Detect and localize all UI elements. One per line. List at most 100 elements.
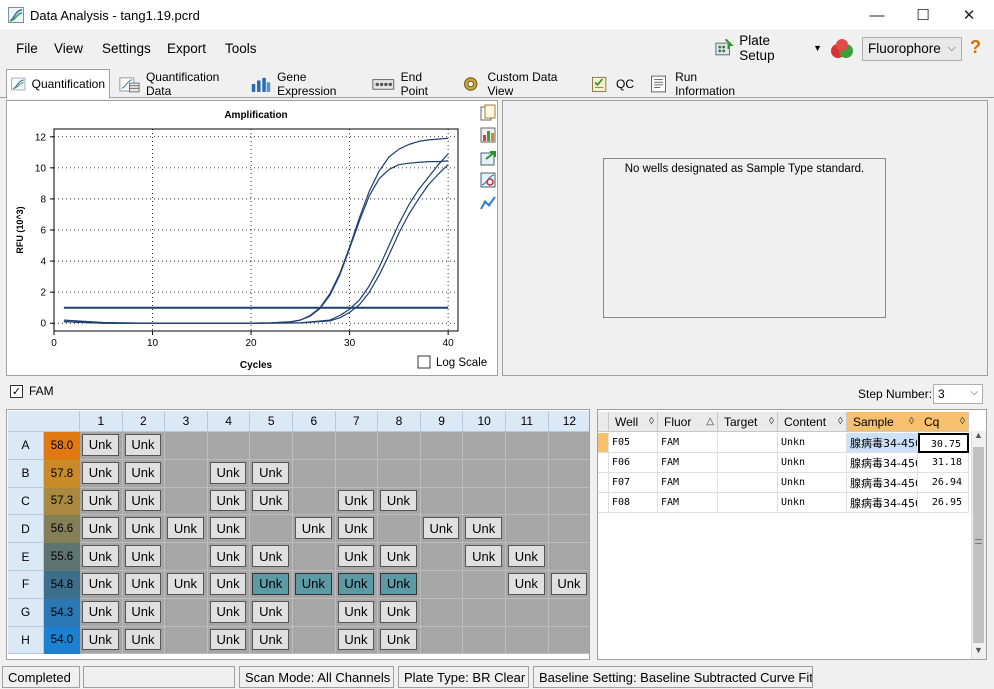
plate-column-header[interactable]: 8 [378,411,421,432]
plate-column-header[interactable]: 5 [250,411,293,432]
plate-well-d3[interactable]: Unk [165,515,208,544]
plate-well-h5[interactable]: Unk [250,626,293,655]
table-cell-sample[interactable]: 腺病毒34-450 [847,493,918,513]
plate-well-g2[interactable]: Unk [122,598,166,627]
plate-well-b10[interactable] [463,459,506,488]
plate-well-g9[interactable] [420,598,464,627]
plate-well-b5[interactable]: Unk [250,459,293,488]
plate-well-e6[interactable] [293,543,336,571]
plate-column-header[interactable]: 10 [463,411,506,432]
tab-custom-data-view[interactable]: Custom Data View [455,69,581,98]
plate-well-g11[interactable] [506,598,549,627]
plate-well-e5[interactable]: Unk [250,543,293,571]
table-cell-cq[interactable]: 30.75 [918,433,969,453]
plate-well-h6[interactable] [293,626,336,655]
plate-well-a2[interactable]: Unk [122,432,166,460]
table-cell-sample[interactable]: 腺病毒34-450 [847,473,918,493]
plate-column-header[interactable]: 3 [165,411,208,432]
fam-toggle[interactable]: ✓ FAM [10,383,54,399]
plate-well-g12[interactable] [548,598,589,627]
plate-well-a11[interactable] [506,432,549,460]
plate-well-a8[interactable] [378,432,421,460]
plate-row-header[interactable]: A [8,432,44,460]
plate-well-a6[interactable] [293,432,336,460]
plate-well-h11[interactable] [506,626,549,655]
plate-well-d8[interactable] [378,515,421,544]
plate-well-g4[interactable]: Unk [207,598,251,627]
plate-well-c2[interactable]: Unk [122,487,166,516]
plate-well-h7[interactable]: Unk [335,626,379,655]
table-cell-content[interactable]: Unkn [778,473,847,493]
plate-row-header[interactable]: F [8,571,44,599]
table-cell-cq[interactable]: 31.18 [918,453,969,473]
plate-well-h3[interactable] [165,626,208,655]
fluorophore-select[interactable]: Fluorophore ⌵ [862,37,962,61]
plate-corner[interactable] [8,411,80,432]
tab-gene-expression[interactable]: Gene Expression [245,69,363,98]
plate-column-header[interactable]: 6 [293,411,336,432]
table-cell-cq[interactable]: 26.95 [918,493,969,513]
plate-column-header[interactable]: 7 [335,411,379,432]
plate-well-g7[interactable]: Unk [335,598,379,627]
plate-well-h10[interactable] [463,626,506,655]
table-cell-target[interactable] [718,473,778,493]
sort-icon[interactable]: ◊ [960,416,965,427]
plate-well-f11[interactable]: Unk [506,571,549,599]
plate-well-e2[interactable]: Unk [122,543,166,571]
sort-icon[interactable]: ◊ [649,416,654,427]
column-header-cq[interactable]: Cq ◊ [918,412,969,432]
plate-well-c8[interactable]: Unk [378,487,421,516]
plate-well-f6[interactable]: Unk [293,571,336,599]
table-cell-fluor[interactable]: FAM [658,433,718,453]
plate-well-h1[interactable]: Unk [80,626,123,655]
plate-well-c3[interactable] [165,487,208,516]
column-header-content[interactable]: Content ◊ [778,412,847,432]
plate-well-a4[interactable] [207,432,251,460]
plate-setup-button[interactable]: Plate Setup ▼ [712,33,822,63]
plate-well-d2[interactable]: Unk [122,515,166,544]
plate-well-e8[interactable]: Unk [378,543,421,571]
plate-well-f8[interactable]: Unk [378,571,421,599]
plate-well-d1[interactable]: Unk [80,515,123,544]
plate-well-e11[interactable]: Unk [506,543,549,571]
table-cell-content[interactable]: Unkn [778,453,847,473]
plate-well-c10[interactable] [463,487,506,516]
minimize-button[interactable]: — [854,0,900,30]
plate-well-a9[interactable] [420,432,464,460]
plate-row-header[interactable]: D [8,515,44,544]
plate-well-d5[interactable] [250,515,293,544]
plate-row-header[interactable]: B [8,459,44,488]
plate-well-g10[interactable] [463,598,506,627]
table-cell-well[interactable]: F05 [609,433,658,453]
plate-well-g8[interactable]: Unk [378,598,421,627]
plate-well-c4[interactable]: Unk [207,487,251,516]
plate-well-c6[interactable] [293,487,336,516]
sort-icon[interactable]: △ [706,416,714,427]
table-cell-well[interactable]: F08 [609,493,658,513]
row-indicator[interactable] [598,453,609,473]
menu-settings[interactable]: Settings [102,41,151,56]
plate-well-f5[interactable]: Unk [250,571,293,599]
plate-well-f1[interactable]: Unk [80,571,123,599]
plate-well-b9[interactable] [420,459,464,488]
plate-column-header[interactable]: 1 [80,411,123,432]
step-number-select[interactable]: 3 ⌵ [933,384,983,404]
table-cell-cq[interactable]: 26.94 [918,473,969,493]
column-header-target[interactable]: Target ◊ [718,412,778,432]
scroll-up-icon[interactable]: ▲ [974,430,983,440]
plate-column-header[interactable]: 9 [420,411,464,432]
zoom-chart-icon[interactable] [479,171,497,189]
plate-well-f7[interactable]: Unk [335,571,379,599]
plate-well-b8[interactable] [378,459,421,488]
amplification-chart[interactable]: Amplification 0 10 20 30 40 0 2 4 6 8 10 12 Cycles RFU… [7,101,497,375]
plate-well-b6[interactable] [293,459,336,488]
plate-well-h12[interactable] [548,626,589,655]
menu-view[interactable]: View [54,41,83,56]
plate-well-e10[interactable]: Unk [463,543,506,571]
plate-well-d6[interactable]: Unk [293,515,336,544]
scrollbar-thumb[interactable] [973,447,984,643]
menu-tools[interactable]: Tools [225,41,257,56]
sort-icon[interactable]: ◊ [769,416,774,427]
plate-column-header[interactable]: 11 [506,411,549,432]
plate-well-c7[interactable]: Unk [335,487,379,516]
